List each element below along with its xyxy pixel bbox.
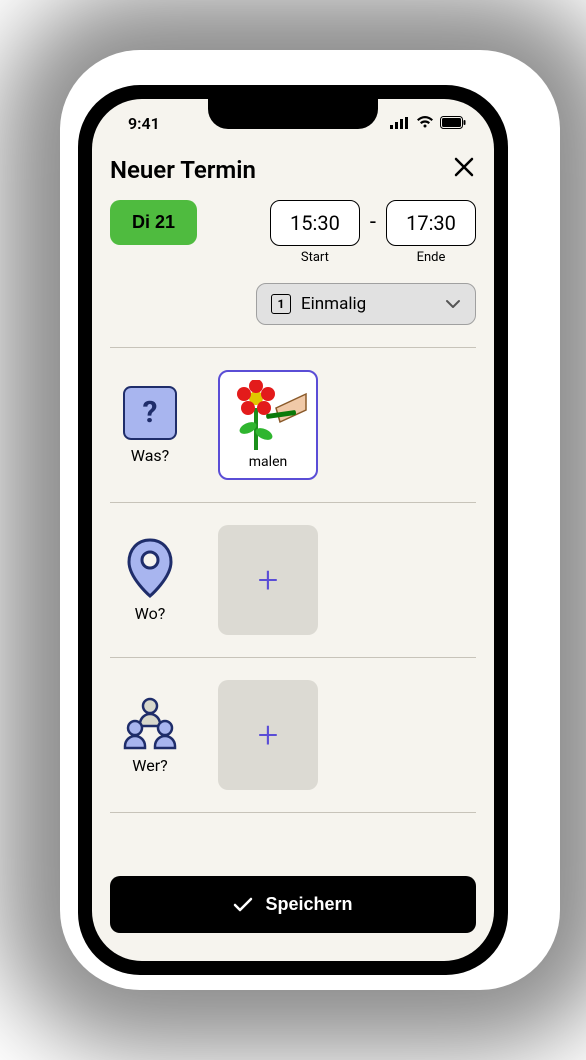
section-who: Wer? + [110,658,476,813]
start-time-input[interactable]: 15:30 [270,200,360,246]
people-icon [120,696,180,750]
section-where: Wo? + [110,503,476,658]
phone-frame: 9:41 [78,85,508,975]
section-who-label: Wer? [132,756,167,775]
start-time-label: Start [301,250,329,265]
end-time-input[interactable]: 17:30 [386,200,476,246]
add-who-button[interactable]: + [218,680,318,790]
status-time: 9:41 [128,114,160,133]
battery-icon [440,114,466,133]
location-pin-icon [125,538,175,598]
wifi-icon [416,114,434,133]
what-item-label: malen [249,454,287,470]
save-button[interactable]: Speichern [110,876,476,933]
save-button-label: Speichern [265,894,352,915]
repeat-one-badge-icon: 1 [271,294,291,314]
plus-icon: + [258,559,278,601]
plus-icon: + [258,714,278,756]
repeat-label: Einmalig [301,294,366,314]
section-what-label: Was? [131,446,169,465]
question-mark-icon: ? [123,386,177,440]
section-what: ? Was? [110,348,476,503]
screen: 9:41 [92,99,494,961]
chevron-down-icon [445,294,461,314]
notch [208,99,378,129]
what-item-card[interactable]: malen [218,370,318,480]
add-where-button[interactable]: + [218,525,318,635]
date-chip[interactable]: Di 21 [110,200,197,245]
section-where-label: Wo? [135,604,166,623]
page-title: Neuer Termin [110,156,256,184]
time-separator: - [370,200,376,235]
end-time-label: Ende [417,250,446,265]
cellular-icon [390,114,410,133]
check-icon [233,897,253,913]
painting-flower-icon [228,380,308,452]
repeat-select[interactable]: 1 Einmalig [256,283,476,325]
close-button[interactable] [452,155,476,184]
close-icon [452,155,476,179]
